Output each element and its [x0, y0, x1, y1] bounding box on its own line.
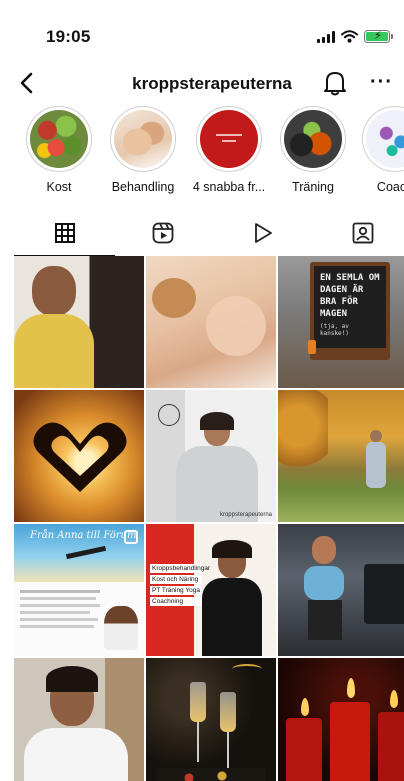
- coach-thumbnail: [366, 110, 404, 168]
- post-candles[interactable]: [278, 658, 404, 781]
- multi-post-icon: [124, 530, 138, 544]
- post-woman-portrait[interactable]: [14, 658, 144, 781]
- red-cover-thumbnail: [200, 110, 258, 168]
- highlight-kost[interactable]: Kost: [16, 106, 102, 194]
- post-autumn-park[interactable]: [278, 390, 404, 522]
- kettlebells-thumbnail: [284, 110, 342, 168]
- play-icon: [254, 223, 272, 243]
- wifi-icon: [341, 30, 358, 43]
- post-woman-gray-hoodie[interactable]: kroppsterapeuterna: [146, 390, 276, 522]
- highlight-coach[interactable]: Coach: [352, 106, 404, 194]
- cellular-signal-icon: [317, 30, 335, 43]
- profile-tabs: [0, 210, 404, 256]
- profile-header: kroppsterapeuterna ···: [0, 64, 404, 104]
- highlight-4-snabba[interactable]: 4 snabba fr...: [186, 106, 272, 194]
- post-champagne[interactable]: [146, 658, 276, 781]
- story-highlights: Kost Behandling 4 snabba fr... Träning C…: [0, 106, 404, 204]
- more-options-icon[interactable]: ···: [370, 69, 396, 95]
- post-heart-hands-sunset[interactable]: [14, 390, 144, 522]
- poster-services-text: Kroppsbehandlingar Kost och Näring PT Tr…: [150, 564, 211, 606]
- post-man-yellow-shirt[interactable]: [14, 256, 144, 388]
- highlight-behandling[interactable]: Behandling: [100, 106, 186, 194]
- tagged-icon: [352, 222, 373, 244]
- post-article-from-anna[interactable]: Från Anna till Förum: [14, 524, 144, 656]
- tab-grid[interactable]: [14, 210, 115, 256]
- article-headline: Från Anna till Förum: [30, 530, 137, 541]
- posts-grid: EN SEMLA OM DAGEN ÄR BRA FÖR MAGEN (tja,…: [14, 256, 404, 781]
- notification-bell-icon[interactable]: [322, 69, 348, 97]
- post-gym-treadmill[interactable]: [278, 524, 404, 656]
- highlight-label: 4 snabba fr...: [192, 180, 266, 194]
- heart-hands-silhouette: [33, 422, 127, 492]
- vegetables-thumbnail: [30, 110, 88, 168]
- reels-icon: [152, 222, 173, 244]
- chalkboard-text: EN SEMLA OM DAGEN ÄR BRA FÖR MAGEN: [320, 273, 380, 319]
- post-massage-back[interactable]: [146, 256, 276, 388]
- chalkboard-subtext: (tja, av kanske!): [320, 323, 349, 337]
- highlight-label: Träning: [292, 180, 334, 194]
- tab-reels[interactable]: [112, 210, 213, 256]
- post-chalkboard-semla[interactable]: EN SEMLA OM DAGEN ÄR BRA FÖR MAGEN (tja,…: [278, 256, 404, 388]
- status-bar: 19:05 ⚡: [0, 0, 404, 62]
- highlight-label: Behandling: [111, 180, 175, 194]
- tab-videos[interactable]: [212, 210, 313, 256]
- highlight-label: Coach: [376, 180, 404, 194]
- grid-icon: [54, 223, 75, 243]
- status-icons: ⚡: [317, 30, 393, 43]
- tab-tagged[interactable]: [312, 210, 404, 256]
- highlight-label: Kost: [46, 180, 72, 194]
- post-watermark: kroppsterapeuterna: [219, 512, 272, 518]
- battery-charging-icon: ⚡: [364, 30, 393, 43]
- massage-thumbnail: [114, 110, 172, 168]
- status-time: 19:05: [46, 27, 91, 46]
- post-poster-services[interactable]: Kroppsbehandlingar Kost och Näring PT Tr…: [146, 524, 276, 656]
- highlight-traning[interactable]: Träning: [270, 106, 356, 194]
